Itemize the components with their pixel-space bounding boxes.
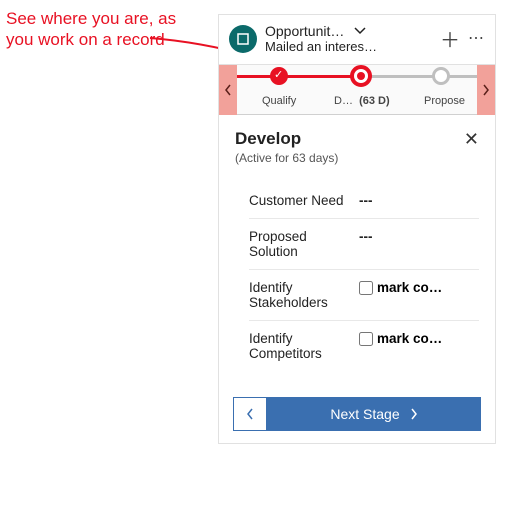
stage-line-completed — [237, 75, 357, 78]
field-row: Customer Need --- — [249, 183, 479, 219]
stage-dot-propose[interactable] — [432, 67, 450, 85]
stage-track: Qualify D… (63 D) Propose — [237, 65, 477, 115]
stage-label-propose: Propose — [424, 95, 465, 107]
checkbox-label: mark co… — [377, 331, 442, 346]
business-process-flow: Qualify D… (63 D) Propose — [219, 65, 495, 115]
previous-stage-button[interactable] — [233, 397, 267, 431]
stage-fields: Customer Need --- Proposed Solution --- … — [235, 183, 479, 371]
instruction-annotation: See where you are, as you work on a reco… — [6, 8, 206, 51]
chevron-left-icon — [246, 408, 254, 420]
mark-complete-checkbox[interactable]: mark co… — [359, 331, 442, 346]
checkbox-label: mark co… — [377, 280, 442, 295]
stage-flyout: Develop (Active for 63 days) ✕ Customer … — [219, 115, 495, 385]
stage-dot-develop-current[interactable] — [350, 65, 372, 87]
opportunity-card: Opportunit… Mailed an interes… ＋ ⋯ Quali… — [218, 14, 496, 444]
field-label: Customer Need — [249, 193, 359, 208]
chevron-right-icon — [410, 408, 418, 420]
next-stage-button[interactable]: Next Stage — [267, 397, 481, 431]
field-label: Proposed Solution — [249, 229, 359, 259]
stage-scroll-left[interactable] — [219, 65, 237, 115]
stage-scroll-right[interactable] — [477, 65, 495, 115]
more-menu-icon[interactable]: ⋯ — [468, 35, 485, 43]
field-value[interactable]: --- — [359, 229, 479, 244]
card-header: Opportunit… Mailed an interes… ＋ ⋯ — [219, 15, 495, 65]
field-label: Identify Stakeholders — [249, 280, 359, 310]
next-stage-label: Next Stage — [330, 406, 399, 422]
field-value[interactable]: --- — [359, 193, 479, 208]
add-button[interactable]: ＋ — [440, 24, 460, 53]
checkbox-input[interactable] — [359, 281, 373, 295]
field-label: Identify Competitors — [249, 331, 359, 361]
field-row: Identify Stakeholders mark co… — [249, 270, 479, 321]
checkbox-input[interactable] — [359, 332, 373, 346]
stage-footer: Next Stage — [219, 385, 495, 443]
record-title: Opportunit… — [265, 23, 344, 39]
record-subtitle: Mailed an interes… — [265, 39, 415, 54]
stage-label-develop: D… (63 D) — [334, 95, 390, 107]
stage-label-qualify: Qualify — [262, 95, 296, 107]
record-type-icon — [229, 25, 257, 53]
stage-dot-qualify[interactable] — [270, 67, 288, 85]
stage-title: Develop — [235, 129, 338, 149]
field-row: Identify Competitors mark co… — [249, 321, 479, 371]
stage-active-duration: (Active for 63 days) — [235, 151, 338, 165]
close-icon[interactable]: ✕ — [464, 129, 479, 150]
header-text: Opportunit… Mailed an interes… — [265, 23, 440, 54]
chevron-down-icon[interactable] — [354, 24, 366, 38]
mark-complete-checkbox[interactable]: mark co… — [359, 280, 442, 295]
field-row: Proposed Solution --- — [249, 219, 479, 270]
